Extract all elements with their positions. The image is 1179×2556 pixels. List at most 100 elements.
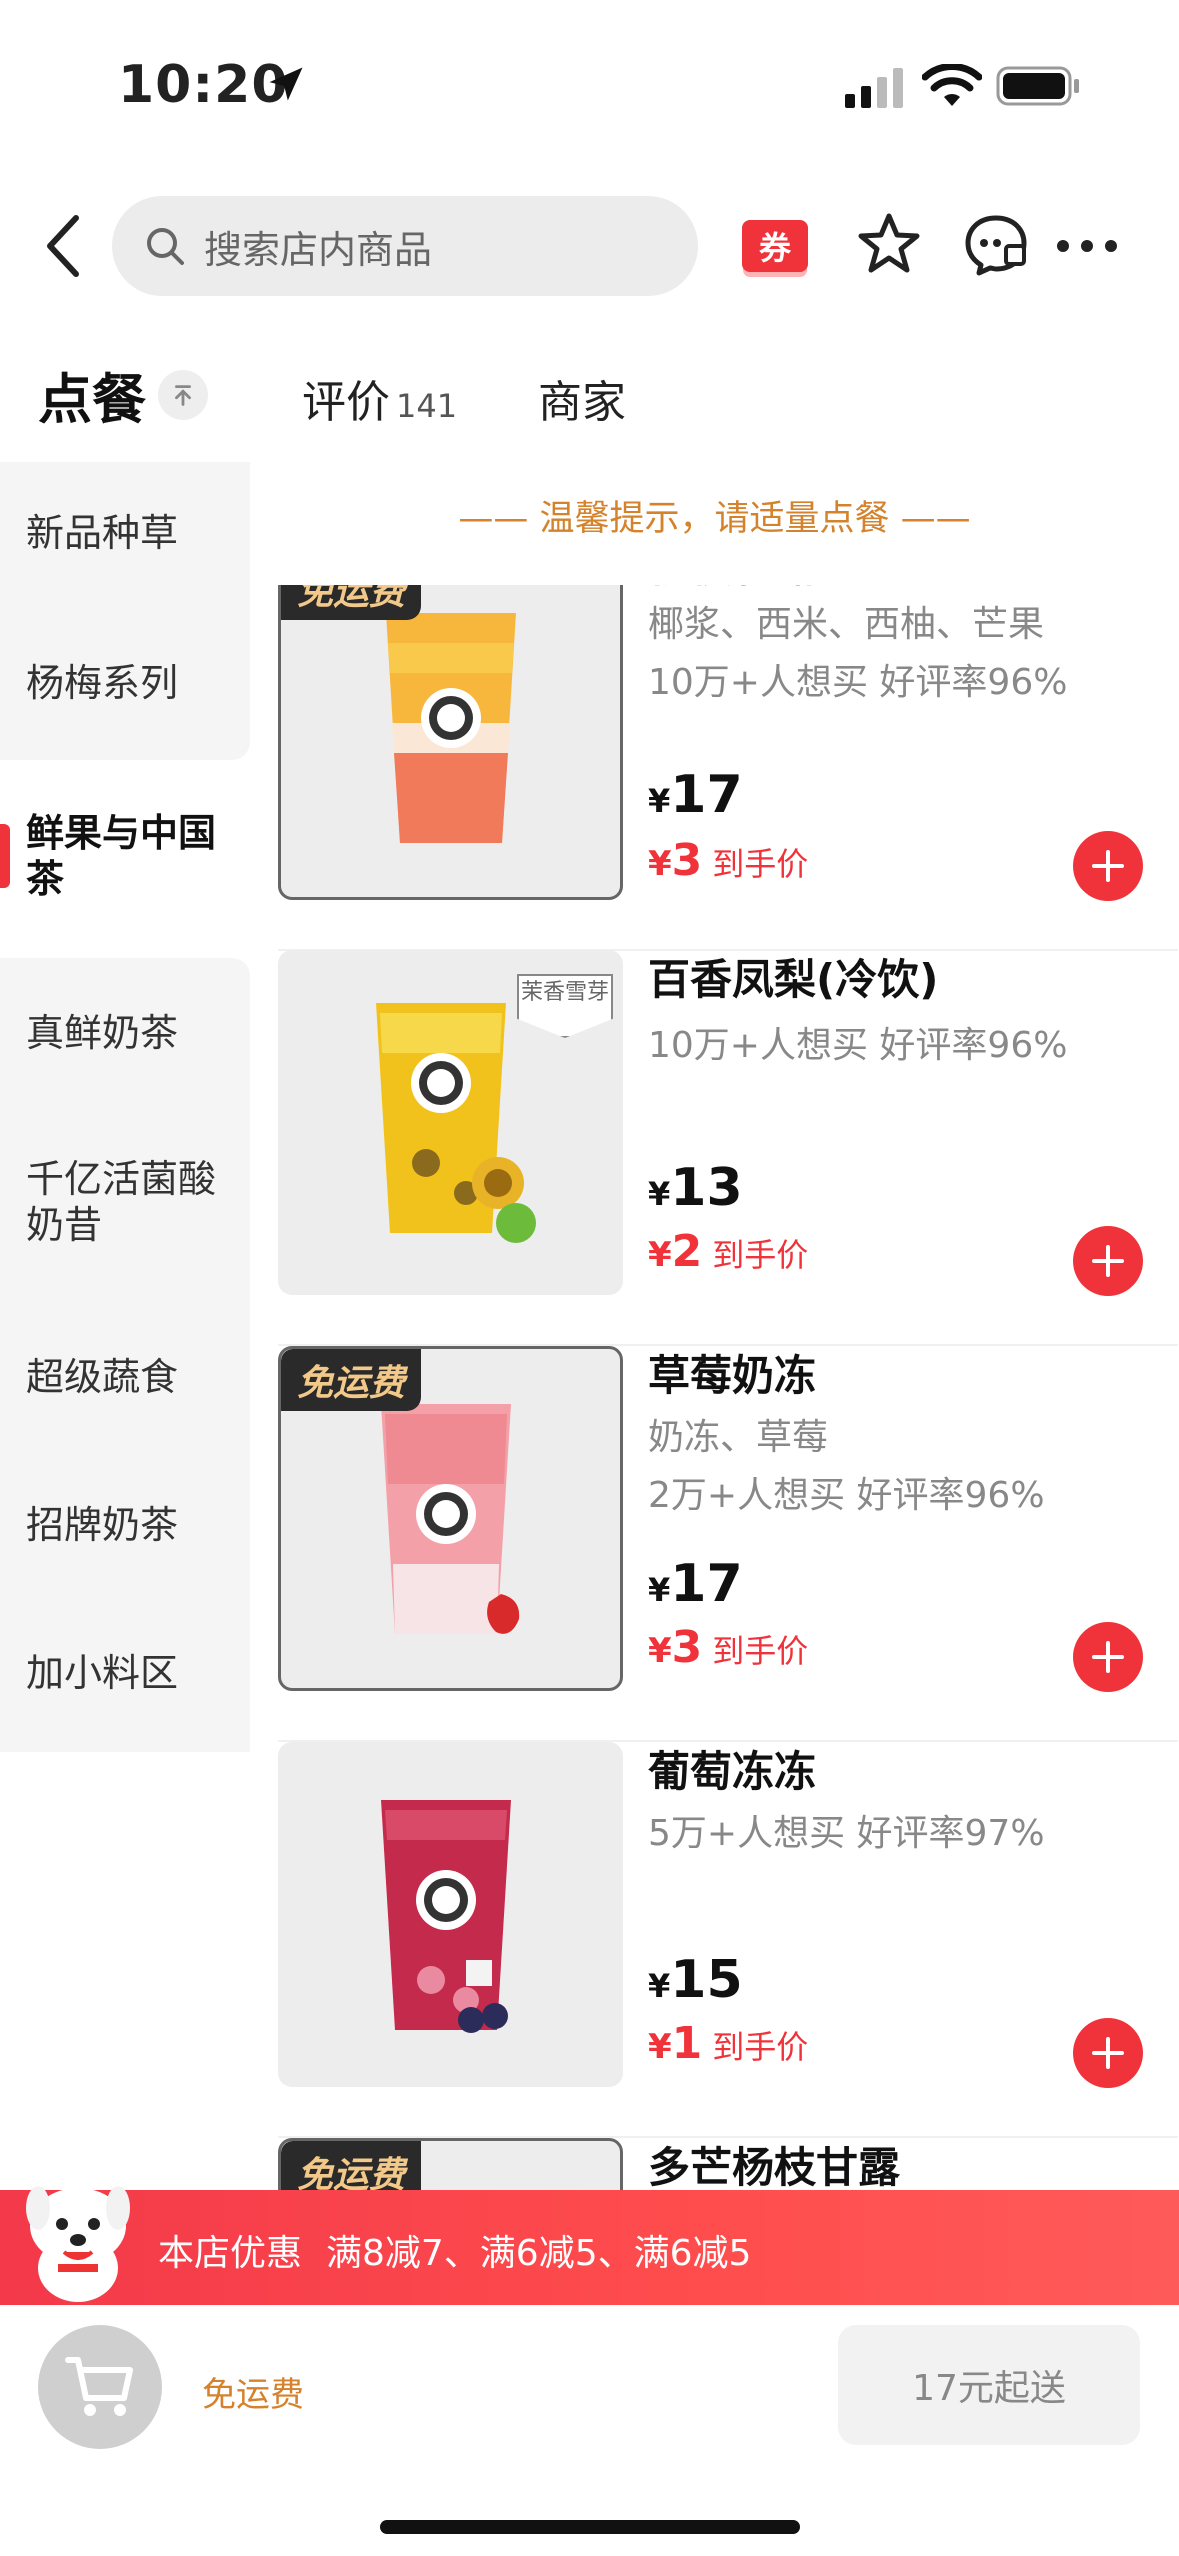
tab-review-label: 评价: [302, 377, 390, 428]
currency-symbol: ¥: [648, 1571, 671, 1609]
sidebar-group-top: [0, 462, 250, 760]
product-image: 免运费: [278, 1346, 623, 1691]
final-price-label: 到手价: [712, 1632, 809, 1670]
final-price: ¥3 到手价: [648, 835, 808, 886]
free-shipping-badge: 免运费: [281, 1349, 422, 1411]
promo-detail: 满8减7、满6减5、满6减5: [326, 2233, 752, 2274]
tab-review[interactable]: 评价 141: [302, 366, 457, 430]
product-image: [278, 1742, 623, 2087]
promo-title: 本店优惠: [158, 2233, 303, 2274]
sidebar-item-new[interactable]: 新品种草: [26, 510, 236, 556]
tab-order[interactable]: 点餐: [38, 355, 146, 434]
product-name: 百香凤梨(冷饮): [648, 955, 939, 1004]
search-icon: [147, 228, 184, 265]
sidebar-item-yogurt-shake[interactable]: 千亿活菌酸奶昔: [26, 1156, 236, 1248]
product-ingredients: 奶冻、草莓: [648, 1417, 829, 1458]
sidebar-active-marker: [0, 824, 10, 888]
free-shipping-badge: 免运费: [281, 2141, 422, 2190]
add-to-cart-button[interactable]: [1073, 831, 1143, 901]
search-placeholder: 搜索店内商品: [204, 227, 433, 272]
final-price-value: 3: [671, 835, 703, 886]
sidebar-item-signature[interactable]: 招牌奶茶: [26, 1502, 236, 1548]
drink-cup-icon: [375, 1002, 536, 1243]
currency-symbol: ¥: [648, 1175, 671, 1213]
search-input[interactable]: 搜索店内商品: [112, 196, 698, 296]
price-value: 15: [670, 1950, 743, 2010]
status-bar: 10:20: [0, 0, 1179, 175]
product-stats: 10万+人想买 好评率96%: [648, 1025, 1068, 1066]
currency-symbol: ¥: [648, 1967, 671, 2005]
final-price-value: 1: [671, 2018, 703, 2069]
final-price-value: 3: [671, 1622, 703, 1673]
location-arrow-icon: [269, 67, 303, 101]
final-price-label: 到手价: [712, 845, 809, 883]
plus-icon: [1092, 2037, 1124, 2069]
currency-symbol: ¥: [648, 1631, 672, 1671]
final-price: ¥2 到手价: [648, 1226, 808, 1277]
product-card[interactable]: 免运费 草莓奶冻 奶冻、草莓 2万+人想买 好评率96% ¥17 ¥3 到手价: [278, 1346, 1178, 1742]
product-list: 免运费 杨枝甘露 椰浆、西米、西柚、芒果 10万+人想买 好评率96% ¥17 …: [250, 585, 1179, 2190]
product-price: ¥13: [648, 1158, 743, 1218]
category-sidebar: 新品种草 杨梅系列 鲜果与中国茶 真鲜奶茶 千亿活菌酸奶昔 超级蔬食 招牌奶茶 …: [0, 462, 250, 1752]
wifi-icon: [922, 64, 982, 106]
sidebar-item-toppings[interactable]: 加小料区: [26, 1650, 236, 1696]
product-name: 草莓奶冻: [648, 1351, 817, 1400]
final-price-label: 到手价: [712, 1236, 809, 1274]
add-to-cart-button[interactable]: [1073, 1622, 1143, 1692]
currency-symbol: ¥: [648, 782, 671, 820]
free-shipping-text: 免运费: [202, 2375, 304, 2415]
currency-symbol: ¥: [648, 2027, 672, 2067]
drink-cup-icon: [380, 1799, 511, 2033]
review-count: 141: [396, 387, 458, 425]
price-value: 17: [670, 1554, 743, 1614]
more-icon[interactable]: [1055, 228, 1119, 264]
tab-merchant[interactable]: 商家: [538, 366, 626, 430]
drink-cup-icon: [380, 1403, 519, 1634]
currency-symbol: ¥: [648, 1235, 672, 1275]
chat-icon[interactable]: [962, 210, 1030, 278]
product-card[interactable]: 葡萄冻冻 5万+人想买 好评率97% ¥15 ¥1 到手价: [278, 1742, 1178, 2138]
product-ingredients: 椰浆、西米、西柚、芒果: [648, 604, 1045, 645]
sidebar-item-milk-tea[interactable]: 真鲜奶茶: [26, 1010, 236, 1056]
plus-icon: [1092, 1245, 1124, 1277]
back-icon[interactable]: [40, 212, 84, 280]
tip-banner: —— 温馨提示，请适量点餐 ——: [458, 499, 971, 539]
plus-icon: [1092, 850, 1124, 882]
cart-button[interactable]: [38, 2325, 162, 2449]
product-stats: 2万+人想买 好评率96%: [648, 1475, 1045, 1516]
drink-cup-icon: [385, 612, 516, 843]
product-image: 免运费: [278, 2138, 623, 2190]
collapse-up-icon[interactable]: [158, 370, 208, 420]
final-price-value: 2: [671, 1226, 703, 1277]
free-shipping-badge: 免运费: [281, 585, 422, 620]
sidebar-item-fruit-tea[interactable]: 鲜果与中国茶: [26, 810, 236, 902]
product-card[interactable]: 免运费 多芒杨枝甘露: [278, 2138, 1178, 2190]
sidebar-item-bayberry[interactable]: 杨梅系列: [26, 660, 236, 706]
price-value: 17: [670, 765, 743, 825]
product-name: 杨枝甘露: [648, 585, 816, 594]
product-name: 葡萄冻冻: [648, 1747, 817, 1796]
add-to-cart-button[interactable]: [1073, 1226, 1143, 1296]
product-image: 茉香雪芽: [278, 950, 623, 1295]
currency-symbol: ¥: [648, 844, 672, 884]
sidebar-item-veggie[interactable]: 超级蔬食: [26, 1354, 236, 1400]
min-order-button[interactable]: 17元起送: [838, 2325, 1140, 2445]
product-price: ¥17: [648, 765, 743, 825]
coupon-button[interactable]: 券: [742, 220, 808, 272]
add-to-cart-button[interactable]: [1073, 2018, 1143, 2088]
cellular-signal-icon: [845, 68, 903, 108]
bottom-cart-bar: 免运费 17元起送: [0, 2305, 1179, 2556]
product-card[interactable]: 免运费 杨枝甘露 椰浆、西米、西柚、芒果 10万+人想买 好评率96% ¥17 …: [278, 585, 1178, 951]
product-stats: 10万+人想买 好评率96%: [648, 662, 1068, 703]
product-price: ¥17: [648, 1554, 743, 1614]
product-image: 免运费: [278, 585, 623, 900]
product-stats: 5万+人想买 好评率97%: [648, 1813, 1045, 1854]
final-price-label: 到手价: [712, 2028, 809, 2066]
product-card[interactable]: 茉香雪芽 百香凤梨(冷饮) 10万+人想买 好评率96% ¥13 ¥2 到手价: [278, 950, 1178, 1346]
promo-bar[interactable]: 本店优惠 满8减7、满6减5、满6减5: [0, 2186, 1179, 2305]
product-name: 多芒杨枝甘露: [648, 2143, 901, 2190]
favorite-star-icon[interactable]: [855, 210, 923, 278]
mascot-dog-icon: [26, 2186, 130, 2302]
final-price: ¥1 到手价: [648, 2018, 808, 2069]
home-indicator[interactable]: [380, 2520, 800, 2534]
